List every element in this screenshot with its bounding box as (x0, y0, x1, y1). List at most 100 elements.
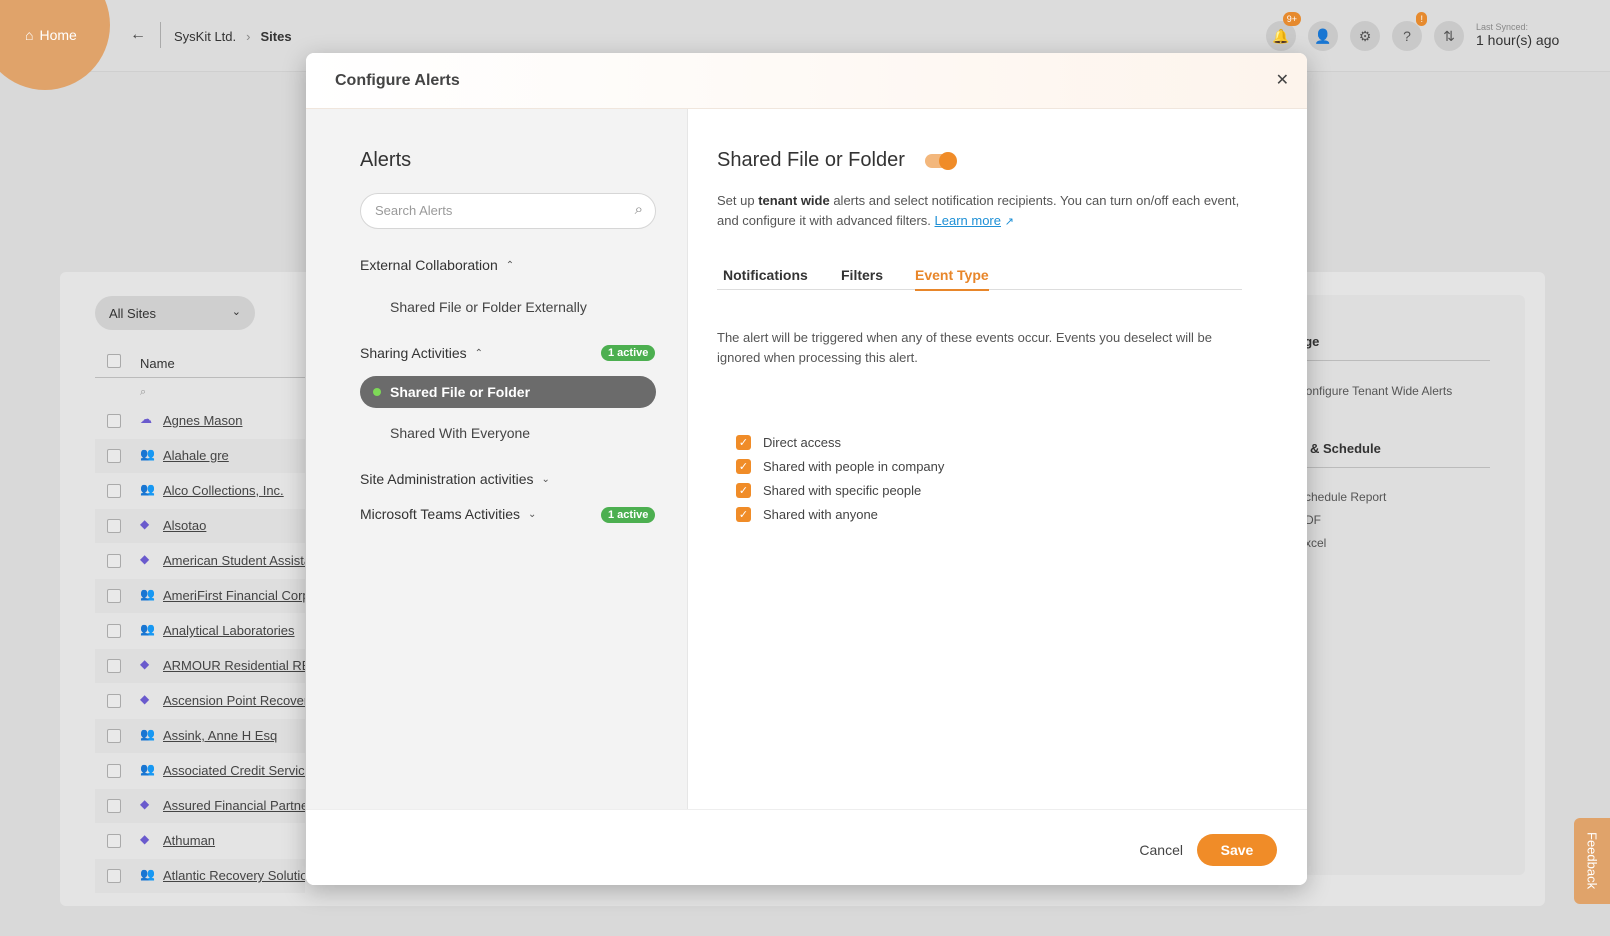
group-external-collaboration[interactable]: External Collaboration ⌃ (360, 257, 514, 273)
table-row[interactable]: 👥 Associated Credit Service (95, 754, 305, 788)
alert-item-shared-externally[interactable]: Shared File or Folder Externally (390, 299, 587, 315)
question-icon: ? (1403, 28, 1411, 44)
detail-tabs: Notifications Filters Event Type (717, 259, 1242, 291)
site-name-link[interactable]: Alco Collections, Inc. (163, 483, 305, 498)
toggle-knob (939, 152, 957, 170)
checkbox-checked-icon[interactable]: ✓ (736, 483, 751, 498)
chevron-down-icon: ⌄ (541, 473, 550, 485)
checkbox-checked-icon[interactable]: ✓ (736, 435, 751, 450)
learn-more-link[interactable]: Learn more (935, 213, 1001, 228)
row-checkbox[interactable] (107, 624, 121, 638)
alert-item-shared-everyone[interactable]: Shared With Everyone (390, 425, 530, 441)
checkbox-checked-icon[interactable]: ✓ (736, 507, 751, 522)
save-button[interactable]: Save (1197, 834, 1277, 866)
search-icon[interactable]: ⌕ (635, 201, 643, 218)
site-name-link[interactable]: Assink, Anne H Esq (163, 728, 305, 743)
event-checkbox-row[interactable]: ✓ Shared with specific people (736, 483, 921, 498)
help-button[interactable]: ? ! (1392, 12, 1427, 51)
table-row[interactable]: ◆ Assured Financial Partner (95, 789, 305, 823)
home-link[interactable]: ⌂ Home (25, 27, 77, 43)
event-label: Shared with people in company (763, 459, 945, 474)
modal-footer: Cancel Save (306, 809, 1307, 885)
row-checkbox[interactable] (107, 799, 121, 813)
site-name-link[interactable]: Agnes Mason (163, 413, 305, 428)
settings-button[interactable]: ⚙ (1350, 21, 1380, 51)
cancel-button[interactable]: Cancel (1139, 842, 1183, 858)
tab-filters[interactable]: Filters (841, 267, 883, 283)
row-checkbox[interactable] (107, 449, 121, 463)
group-site-administration[interactable]: Site Administration activities ⌄ (360, 471, 550, 487)
breadcrumb-org[interactable]: SysKit Ltd. (174, 29, 236, 44)
notifications-button[interactable]: 🔔 9+ (1266, 12, 1301, 51)
event-checkbox-row[interactable]: ✓ Direct access (736, 435, 841, 450)
group-label: External Collaboration (360, 257, 498, 273)
row-checkbox[interactable] (107, 659, 121, 673)
site-name-link[interactable]: Athuman (163, 833, 305, 848)
site-name-link[interactable]: Associated Credit Service (163, 763, 305, 778)
site-type-icon: ☁ (140, 412, 152, 426)
close-icon[interactable]: ✕ (1276, 70, 1289, 90)
table-row[interactable]: 👥 Alahale gre (95, 439, 305, 473)
event-checkbox-row[interactable]: ✓ Shared with people in company (736, 459, 944, 474)
chevron-up-icon: ⌃ (505, 259, 515, 271)
row-checkbox[interactable] (107, 834, 121, 848)
site-name-link[interactable]: ARMOUR Residential REI (163, 658, 305, 673)
site-name-link[interactable]: American Student Assista (163, 553, 305, 568)
external-link-icon: ↗ (1004, 216, 1014, 228)
last-synced-value: 1 hour(s) ago (1476, 32, 1560, 48)
table-row[interactable]: 👥 Analytical Laboratories (95, 614, 305, 648)
tab-event-type[interactable]: Event Type (915, 267, 989, 291)
group-teams-activities[interactable]: Microsoft Teams Activities ⌄ (360, 506, 536, 522)
table-row[interactable]: ◆ Athuman (95, 824, 305, 858)
back-arrow-icon[interactable]: ← (130, 26, 146, 44)
site-name-link[interactable]: AmeriFirst Financial Corp (163, 588, 305, 603)
schedule-report-link[interactable]: Schedule Report (1297, 490, 1386, 504)
site-type-icon: ◆ (140, 657, 150, 671)
user-icon: 👤 (1314, 27, 1332, 44)
modal-title: Configure Alerts (335, 72, 460, 89)
feedback-tab[interactable]: Feedback (1574, 818, 1610, 904)
all-sites-dropdown[interactable]: All Sites ⌄ (95, 296, 255, 330)
profile-button[interactable]: 👤 (1308, 21, 1338, 51)
sync-button[interactable]: ⇅ (1434, 21, 1464, 51)
row-checkbox[interactable] (107, 869, 121, 883)
table-row[interactable]: ◆ American Student Assista (95, 544, 305, 578)
site-name-link[interactable]: Ascension Point Recovery (163, 693, 305, 708)
table-row[interactable]: 👥 Atlantic Recovery Solution (95, 859, 305, 893)
table-row[interactable]: ◆ ARMOUR Residential REI (95, 649, 305, 683)
checkbox-checked-icon[interactable]: ✓ (736, 459, 751, 474)
event-checkbox-row[interactable]: ✓ Shared with anyone (736, 507, 878, 522)
alert-enabled-toggle[interactable] (925, 152, 957, 170)
help-badge: ! (1416, 12, 1427, 26)
table-row[interactable]: 👥 Assink, Anne H Esq (95, 719, 305, 753)
configure-alerts-link[interactable]: Configure Tenant Wide Alerts (1297, 384, 1452, 398)
event-type-description: The alert will be triggered when any of … (717, 330, 1212, 365)
table-row[interactable]: 👥 AmeriFirst Financial Corp (95, 579, 305, 613)
group-sharing-activities[interactable]: Sharing Activities ⌃ (360, 345, 483, 361)
desc-text: Set up (717, 193, 759, 208)
row-checkbox[interactable] (107, 414, 121, 428)
select-all-checkbox[interactable] (107, 354, 121, 368)
last-synced: Last Synced: 1 hour(s) ago (1476, 22, 1559, 48)
alert-item-shared-file-folder[interactable]: Shared File or Folder (360, 376, 656, 408)
site-name-link[interactable]: Alahale gre (163, 448, 305, 463)
report-title: rt & Schedule (1297, 441, 1381, 456)
row-checkbox[interactable] (107, 554, 121, 568)
row-checkbox[interactable] (107, 484, 121, 498)
site-name-link[interactable]: Assured Financial Partner (163, 798, 305, 813)
table-row[interactable]: ◆ Alsotao (95, 509, 305, 543)
column-search-icon[interactable]: ⌕ (140, 386, 146, 399)
site-name-link[interactable]: Atlantic Recovery Solution (163, 868, 305, 883)
row-checkbox[interactable] (107, 589, 121, 603)
site-name-link[interactable]: Alsotao (163, 518, 305, 533)
row-checkbox[interactable] (107, 764, 121, 778)
site-name-link[interactable]: Analytical Laboratories (163, 623, 305, 638)
table-row[interactable]: ☁ Agnes Mason (95, 404, 305, 438)
tab-notifications[interactable]: Notifications (723, 267, 808, 283)
table-row[interactable]: 👥 Alco Collections, Inc. (95, 474, 305, 508)
row-checkbox[interactable] (107, 729, 121, 743)
row-checkbox[interactable] (107, 694, 121, 708)
row-checkbox[interactable] (107, 519, 121, 533)
search-alerts-input[interactable] (375, 203, 615, 218)
table-row[interactable]: ◆ Ascension Point Recovery (95, 684, 305, 718)
